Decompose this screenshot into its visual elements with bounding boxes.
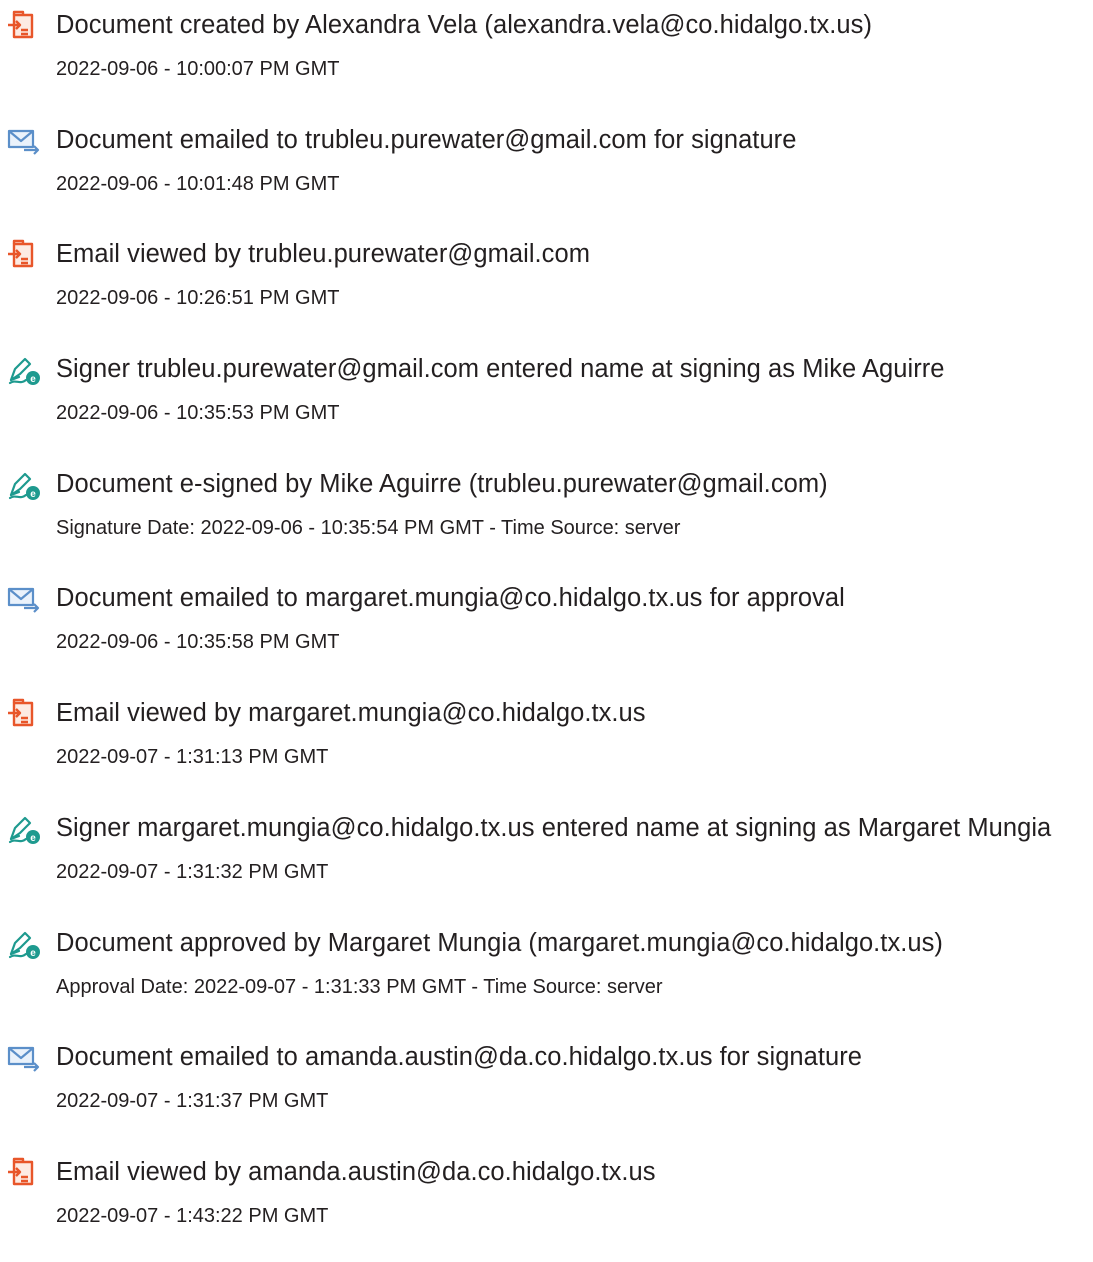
event-title: Signer margaret.mungia@co.hidalgo.tx.us …	[56, 813, 1052, 842]
audit-event: e Signer margaret.mungia@co.hidalgo.tx.u…	[0, 803, 1093, 918]
document-icon	[6, 239, 42, 271]
email-sent-icon	[6, 583, 42, 615]
event-timestamp: 2022-09-07 - 1:43:22 PM GMT	[56, 1204, 329, 1227]
audit-event: Document emailed to margaret.mungia@co.h…	[0, 573, 1093, 688]
event-title: Email viewed by amanda.austin@da.co.hida…	[56, 1157, 656, 1186]
audit-event: Document emailed to amanda.austin@da.co.…	[0, 1032, 1093, 1147]
event-timestamp: 2022-09-07 - 1:31:37 PM GMT	[56, 1090, 329, 1113]
event-title: Document emailed to margaret.mungia@co.h…	[56, 584, 845, 613]
svg-text:e: e	[30, 833, 36, 844]
audit-event: e Document e-signed by Mike Aguirre (tru…	[0, 459, 1093, 574]
audit-event: Document emailed to trubleu.purewater@gm…	[0, 115, 1093, 230]
audit-event: e Signer trubleu.purewater@gmail.com ent…	[0, 344, 1093, 459]
event-title: Document e-signed by Mike Aguirre (trubl…	[56, 469, 828, 498]
document-icon	[6, 10, 42, 42]
e-sign-icon: e	[6, 928, 42, 960]
event-timestamp: Approval Date: 2022-09-07 - 1:31:33 PM G…	[56, 975, 663, 998]
event-title: Email viewed by margaret.mungia@co.hidal…	[56, 699, 646, 728]
event-timestamp: 2022-09-06 - 10:01:48 PM GMT	[56, 172, 340, 195]
event-title: Document emailed to trubleu.purewater@gm…	[56, 125, 797, 154]
email-sent-icon	[6, 125, 42, 157]
event-title: Document created by Alexandra Vela (alex…	[56, 11, 872, 39]
audit-event: e Document approved by Margaret Mungia (…	[0, 918, 1093, 1033]
audit-event: Email viewed by trubleu.purewater@gmail.…	[0, 229, 1093, 344]
event-title: Signer trubleu.purewater@gmail.com enter…	[56, 355, 945, 384]
audit-event: Email viewed by amanda.austin@da.co.hida…	[0, 1147, 1093, 1262]
event-timestamp: 2022-09-06 - 10:35:58 PM GMT	[56, 631, 340, 654]
svg-text:e: e	[30, 948, 36, 959]
audit-event: Document created by Alexandra Vela (alex…	[0, 0, 1093, 115]
document-icon	[6, 698, 42, 730]
email-sent-icon	[6, 1042, 42, 1074]
audit-event: Email viewed by margaret.mungia@co.hidal…	[0, 688, 1093, 803]
e-sign-icon: e	[6, 469, 42, 501]
document-icon	[6, 1157, 42, 1189]
event-timestamp: Signature Date: 2022-09-06 - 10:35:54 PM…	[56, 516, 681, 539]
event-title: Email viewed by trubleu.purewater@gmail.…	[56, 240, 591, 269]
e-sign-icon: e	[6, 354, 42, 386]
event-timestamp: 2022-09-06 - 10:35:53 PM GMT	[56, 402, 340, 425]
event-title: Document approved by Margaret Mungia (ma…	[56, 928, 943, 957]
event-timestamp: 2022-09-06 - 10:26:51 PM GMT	[56, 287, 340, 310]
event-timestamp: 2022-09-07 - 1:31:13 PM GMT	[56, 746, 329, 769]
audit-trail-list: Document created by Alexandra Vela (alex…	[0, 0, 1093, 1262]
event-timestamp: 2022-09-06 - 10:00:07 PM GMT	[56, 58, 340, 80]
e-sign-icon: e	[6, 813, 42, 845]
event-title: Document emailed to amanda.austin@da.co.…	[56, 1043, 863, 1072]
svg-text:e: e	[30, 374, 36, 385]
svg-text:e: e	[30, 489, 36, 500]
event-timestamp: 2022-09-07 - 1:31:32 PM GMT	[56, 860, 329, 883]
